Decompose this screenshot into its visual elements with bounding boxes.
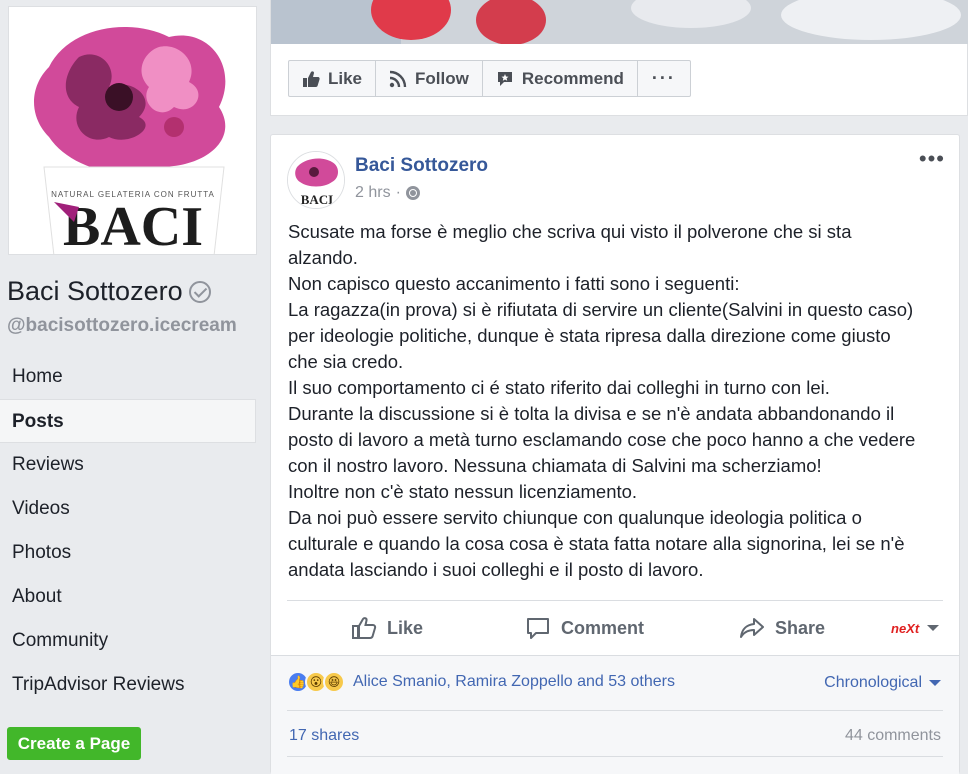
thumbs-up-icon (303, 70, 320, 87)
nav-item-photos[interactable]: Photos (0, 531, 256, 575)
post-timestamp[interactable]: 2 hrs (355, 184, 391, 202)
avatar-text: BACI (301, 192, 334, 207)
avatar-image: BACI (288, 152, 344, 208)
divider (287, 756, 943, 757)
post-comment-button[interactable]: Comment (525, 616, 644, 640)
logo-main-text: BACI (63, 196, 203, 255)
post-as-selector[interactable]: neXt (891, 620, 940, 636)
baci-logo-image: NATURAL GELATERIA CON FRUTTA BACI (9, 7, 256, 255)
post-share-button[interactable]: Share (739, 616, 825, 640)
more-dots-icon: ··· (651, 68, 676, 88)
post-line: Non capisco questo accanimento i fatti s… (288, 273, 740, 294)
comment-bubble-icon (527, 618, 549, 639)
post-line: per ideologie politiche, dunque è stata … (288, 325, 891, 346)
verified-badge-icon (188, 280, 211, 303)
post-line: posto di lavoro a metà turno esclamando … (288, 429, 916, 450)
thumbs-up-outline-icon (352, 617, 377, 639)
rss-follow-icon (389, 70, 407, 87)
post-line: Da noi può essere servito chiunque con q… (288, 507, 862, 528)
follow-label: Follow (415, 68, 469, 88)
viewer-page-label: neXt (891, 620, 920, 636)
post-options-button[interactable]: ••• (919, 148, 945, 170)
recommend-label: Recommend (521, 68, 624, 88)
post-like-button[interactable]: Like (351, 616, 423, 640)
post-line: che sia credo. (288, 351, 404, 372)
post-author-avatar[interactable]: BACI (287, 151, 345, 209)
post-line: Durante la discussione si è tolta la div… (288, 403, 895, 424)
meta-separator: · (395, 184, 401, 201)
post-line: andata lasciando i suoi colleghi e il po… (288, 559, 704, 580)
reaction-summary[interactable]: 👍 😮 😆 Alice Smanio, Ramira Zoppello and … (287, 671, 675, 693)
post-share-label: Share (775, 617, 826, 638)
comment-sort-dropdown[interactable]: Chronological (824, 674, 941, 692)
post-line: Il suo comportamento ci é stato riferito… (288, 377, 830, 398)
nav-item-community[interactable]: Community (0, 619, 256, 663)
nav-item-home[interactable]: Home (0, 355, 256, 399)
haha-reaction-icon: 😆 (323, 671, 345, 693)
post-card: BACI Baci Sottozero 2 hrs · ••• Scusate … (270, 134, 960, 774)
follow-button[interactable]: Follow (376, 61, 483, 96)
recommend-icon (497, 71, 512, 86)
sort-label: Chronological (824, 674, 922, 691)
page-profile-picture[interactable]: NATURAL GELATERIA CON FRUTTA BACI (8, 6, 257, 255)
comments-count[interactable]: 44 comments (845, 727, 941, 745)
post-line: culturale e quando la cosa cosa è stata … (288, 533, 905, 554)
chevron-down-icon (927, 625, 940, 631)
post-feedback-footer: 👍 😮 😆 Alice Smanio, Ramira Zoppello and … (271, 655, 959, 774)
page-like-button[interactable]: Like (289, 61, 377, 96)
page-name-text[interactable]: Baci Sottozero (7, 276, 183, 307)
page-action-bar: Like Follow Recommend ··· (288, 60, 691, 97)
post-line: Inoltre non c'è stato nessun licenziamen… (288, 481, 638, 502)
chevron-down-icon (929, 680, 941, 686)
page-more-button[interactable]: ··· (638, 61, 690, 96)
recommend-button[interactable]: Recommend (483, 61, 638, 96)
nav-item-videos[interactable]: Videos (0, 487, 256, 531)
page-like-label: Like (328, 68, 363, 88)
nav-item-tripadvisor-reviews[interactable]: TripAdvisor Reviews (0, 663, 256, 707)
post-line: Scusate ma forse è meglio che scriva qui… (288, 221, 852, 242)
post-line: alzando. (288, 247, 358, 268)
post-action-bar: Like Comment Share neXt (287, 601, 943, 655)
reactors-text[interactable]: Alice Smanio, Ramira Zoppello and 53 oth… (353, 673, 675, 691)
post-line: La ragazza(in prova) si è rifiutata di s… (288, 299, 914, 320)
page-name[interactable]: Baci Sottozero (7, 276, 211, 307)
post-body: Scusate ma forse è meglio che scriva qui… (288, 219, 948, 583)
post-like-label: Like (387, 617, 424, 638)
post-meta: 2 hrs · (355, 184, 420, 202)
nav-item-posts[interactable]: Posts (0, 399, 256, 443)
create-page-button[interactable]: Create a Page (7, 727, 141, 760)
post-comment-label: Comment (561, 617, 645, 638)
page-handle[interactable]: @bacisottozero.icecream (7, 315, 237, 337)
nav-item-about[interactable]: About (0, 575, 256, 619)
divider (287, 710, 943, 711)
cover-photo[interactable] (271, 0, 968, 44)
post-line: con il nostro lavoro. Nessuna chiamata d… (288, 455, 822, 476)
nav-item-reviews[interactable]: Reviews (0, 443, 256, 487)
page-header-card: Like Follow Recommend ··· (270, 0, 968, 116)
cover-image (271, 0, 968, 44)
shares-count[interactable]: 17 shares (289, 727, 359, 745)
post-author-name[interactable]: Baci Sottozero (355, 155, 488, 177)
globe-public-icon[interactable] (405, 186, 420, 200)
left-sidebar: NATURAL GELATERIA CON FRUTTA BACI Baci S… (0, 0, 270, 774)
page-nav: Home Posts Reviews Videos Photos About C… (0, 355, 256, 707)
share-arrow-icon (740, 618, 764, 638)
